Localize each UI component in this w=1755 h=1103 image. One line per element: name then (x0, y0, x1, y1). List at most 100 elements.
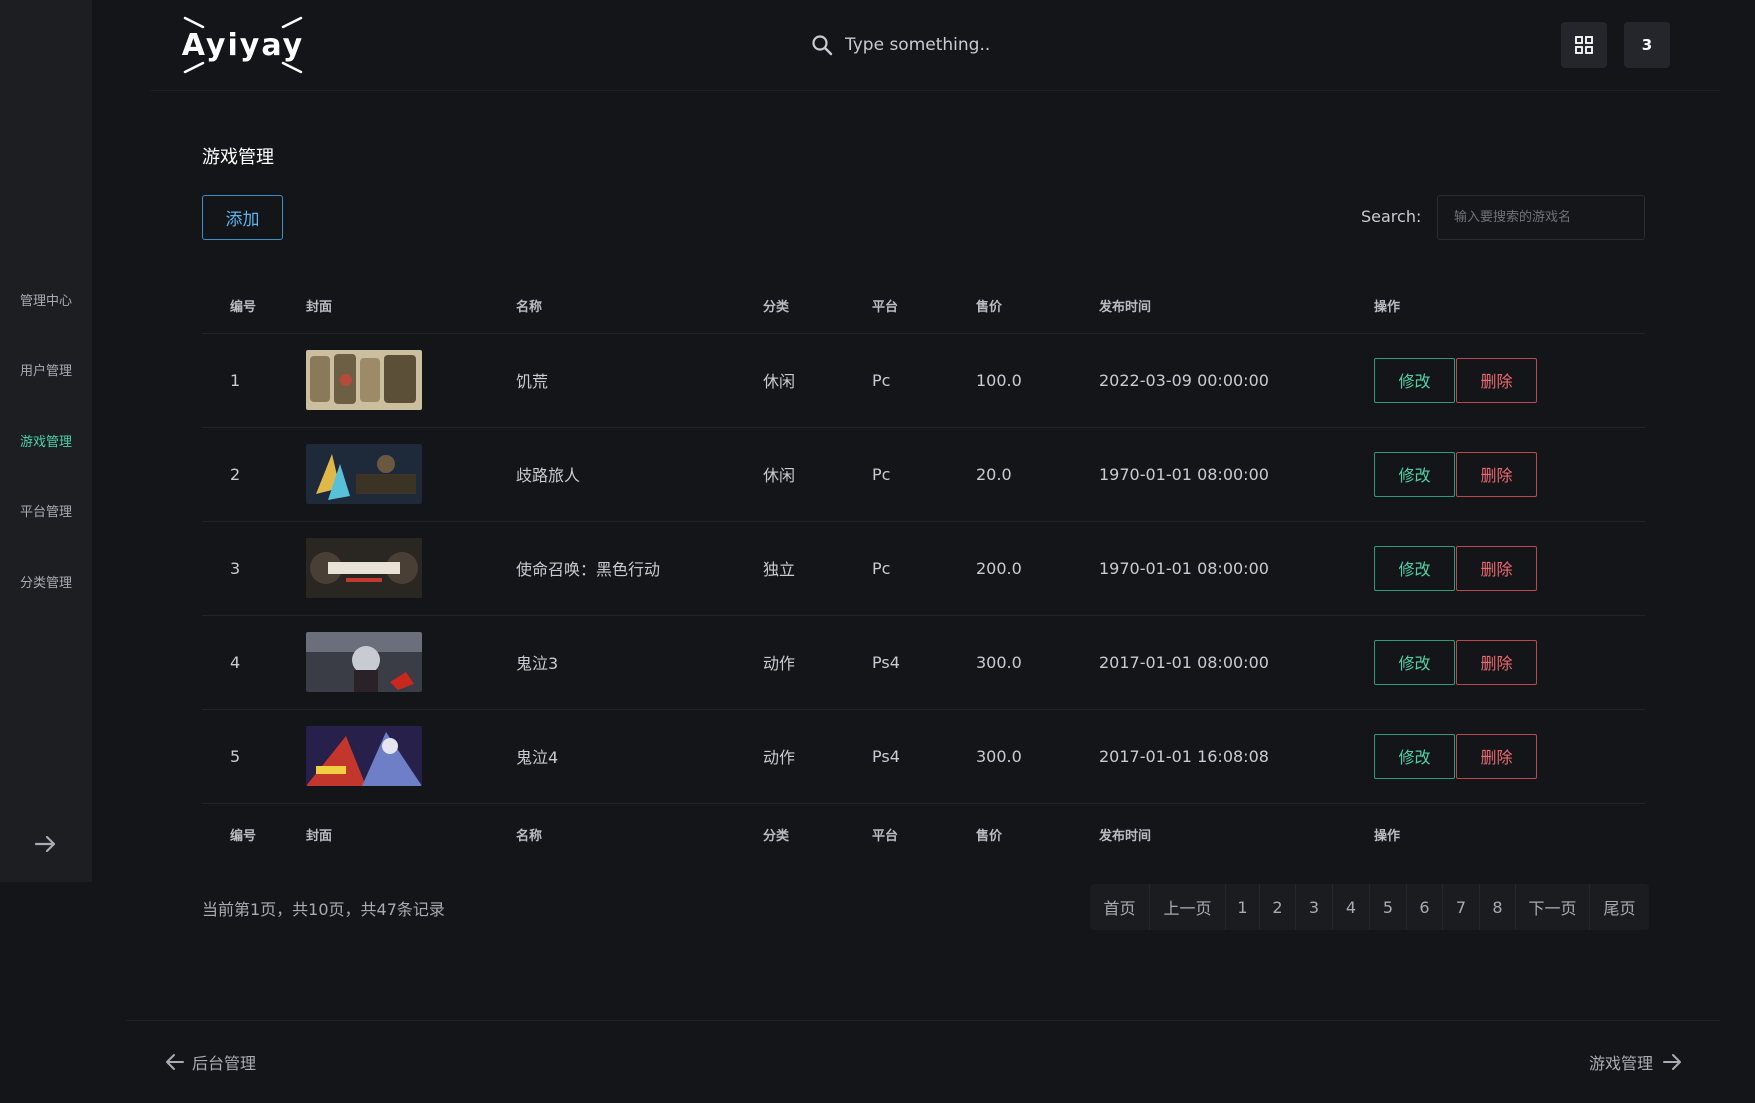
column-header-platform[interactable]: 平台 (872, 278, 976, 334)
table-header-row: 编号 封面 名称 分类 平台 售价 发布时间 操作 (202, 278, 1645, 334)
cell-actions: 修改 删除 (1374, 615, 1645, 710)
column-header-id[interactable]: 编号 (202, 278, 306, 334)
cover-image-4[interactable] (306, 632, 422, 692)
cell-price: 20.0 (976, 427, 1099, 522)
add-game-button[interactable]: 添加 (202, 195, 283, 240)
edit-button[interactable]: 修改 (1374, 451, 1455, 497)
column-header-cover[interactable]: 封面 (306, 278, 516, 334)
column-footer-platform: 平台 (872, 828, 899, 844)
column-footer-cover: 封面 (306, 828, 333, 844)
cell-id: 1 (202, 333, 306, 428)
arrow-right-icon (1663, 1054, 1682, 1070)
cell-name: 鬼泣4 (516, 709, 763, 804)
delete-button[interactable]: 删除 (1456, 357, 1537, 403)
brand-logo[interactable]: Ayiyay (181, 14, 305, 76)
sidebar: 管理中心 用户管理 游戏管理 平台管理 分类管理 (0, 0, 92, 882)
sidebar-collapse-button[interactable] (32, 832, 60, 856)
column-footer-release-time: 发布时间 (1099, 828, 1152, 844)
delete-button[interactable]: 删除 (1456, 733, 1537, 779)
page-number-3[interactable]: 3 (1296, 884, 1333, 930)
sidebar-item-category-management[interactable]: 分类管理 (0, 572, 92, 591)
column-footer-price: 售价 (976, 828, 1003, 844)
page-number-8[interactable]: 8 (1480, 884, 1516, 930)
column-header-category[interactable]: 分类 (763, 278, 872, 334)
cover-image-2[interactable] (306, 444, 422, 504)
page-number-7[interactable]: 7 (1443, 884, 1480, 930)
table-row: 1 饥荒 休闲 Pc 100.0 2022-03-09 00:00:00 修改删… (202, 333, 1645, 428)
page-number-6[interactable]: 6 (1407, 884, 1443, 930)
table-row: 2 歧路旅人 休闲 Pc 20.0 1970-01-01 08:00:00 修改… (202, 427, 1645, 522)
top-search-input[interactable] (845, 35, 1105, 55)
page-number-2[interactable]: 2 (1260, 884, 1296, 930)
cell-category: 休闲 (763, 333, 872, 428)
edit-button[interactable]: 修改 (1374, 357, 1455, 403)
delete-button[interactable]: 删除 (1456, 545, 1537, 591)
cover-image-1[interactable] (306, 350, 422, 410)
cell-release-time: 2017-01-01 16:08:08 (1099, 709, 1374, 804)
cell-release-time: 2022-03-09 00:00:00 (1099, 333, 1374, 428)
cell-platform: Ps4 (872, 615, 976, 710)
grid-menu-button[interactable] (1561, 22, 1607, 68)
footer-divider (126, 1020, 1720, 1021)
cell-actions: 修改 删除 (1374, 427, 1645, 522)
column-footer-actions: 操作 (1374, 828, 1401, 844)
sidebar-item-game-management[interactable]: 游戏管理 (0, 431, 92, 450)
cell-price: 200.0 (976, 521, 1099, 616)
page-title: 游戏管理 (202, 147, 274, 168)
cell-name: 歧路旅人 (516, 427, 763, 522)
cell-price: 100.0 (976, 333, 1099, 428)
cell-platform: Ps4 (872, 709, 976, 804)
edit-button[interactable]: 修改 (1374, 733, 1455, 779)
arrow-left-icon (166, 1054, 184, 1070)
cell-cover (306, 521, 516, 616)
column-footer-id: 编号 (230, 828, 257, 844)
column-footer-name: 名称 (516, 828, 543, 844)
cell-actions: 修改 删除 (1374, 521, 1645, 616)
cell-category: 动作 (763, 615, 872, 710)
top-header: Ayiyay 3 (151, 0, 1720, 91)
top-search-bar[interactable] (811, 28, 1111, 62)
cell-cover (306, 427, 516, 522)
page-first-button[interactable]: 首页 (1090, 884, 1150, 930)
page-number-4[interactable]: 4 (1333, 884, 1370, 930)
cell-name: 鬼泣3 (516, 615, 763, 710)
table-row: 5 鬼泣4 动作 Ps4 300.0 2017-01-01 16:08:08 修… (202, 709, 1645, 804)
column-footer-category: 分类 (763, 828, 790, 844)
arrow-right-icon (34, 835, 56, 853)
notification-count-button[interactable]: 3 (1624, 22, 1670, 68)
cell-platform: Pc (872, 427, 976, 522)
page-number-1[interactable]: 1 (1226, 884, 1260, 930)
page-prev-button[interactable]: 上一页 (1150, 884, 1226, 930)
column-header-name[interactable]: 名称 (516, 278, 763, 334)
delete-button[interactable]: 删除 (1456, 451, 1537, 497)
cell-category: 独立 (763, 521, 872, 616)
cell-id: 2 (202, 427, 306, 522)
edit-button[interactable]: 修改 (1374, 545, 1455, 591)
cell-id: 5 (202, 709, 306, 804)
page-number-5[interactable]: 5 (1370, 884, 1407, 930)
page-last-button[interactable]: 尾页 (1590, 884, 1649, 930)
footer-next-label: 游戏管理 (1589, 1054, 1654, 1073)
table-row: 4 鬼泣3 动作 Ps4 300.0 2017-01-01 08:00:00 修… (202, 615, 1645, 710)
cell-cover (306, 709, 516, 804)
games-table: 编号 封面 名称 分类 平台 售价 发布时间 操作 1 饥荒 休闲 Pc 100… (202, 278, 1645, 865)
cell-release-time: 1970-01-01 08:00:00 (1099, 427, 1374, 522)
cover-image-5[interactable] (306, 726, 422, 786)
cell-id: 4 (202, 615, 306, 710)
sidebar-item-user-management[interactable]: 用户管理 (0, 360, 92, 379)
sidebar-item-admin-center[interactable]: 管理中心 (0, 290, 92, 309)
game-search-input[interactable] (1437, 195, 1645, 240)
footer-next-link[interactable]: 游戏管理 (1589, 1050, 1683, 1074)
search-icon (812, 35, 833, 56)
cell-name: 使命召唤：黑色行动 (516, 521, 763, 616)
sidebar-item-platform-management[interactable]: 平台管理 (0, 501, 92, 520)
cell-price: 300.0 (976, 709, 1099, 804)
delete-button[interactable]: 删除 (1456, 639, 1537, 685)
footer-prev-link[interactable]: 后台管理 (164, 1050, 256, 1074)
column-header-price[interactable]: 售价 (976, 278, 1099, 334)
cover-image-3[interactable] (306, 538, 422, 598)
edit-button[interactable]: 修改 (1374, 639, 1455, 685)
page-next-button[interactable]: 下一页 (1516, 884, 1590, 930)
cell-release-time: 2017-01-01 08:00:00 (1099, 615, 1374, 710)
column-header-release-time[interactable]: 发布时间 (1099, 278, 1374, 334)
